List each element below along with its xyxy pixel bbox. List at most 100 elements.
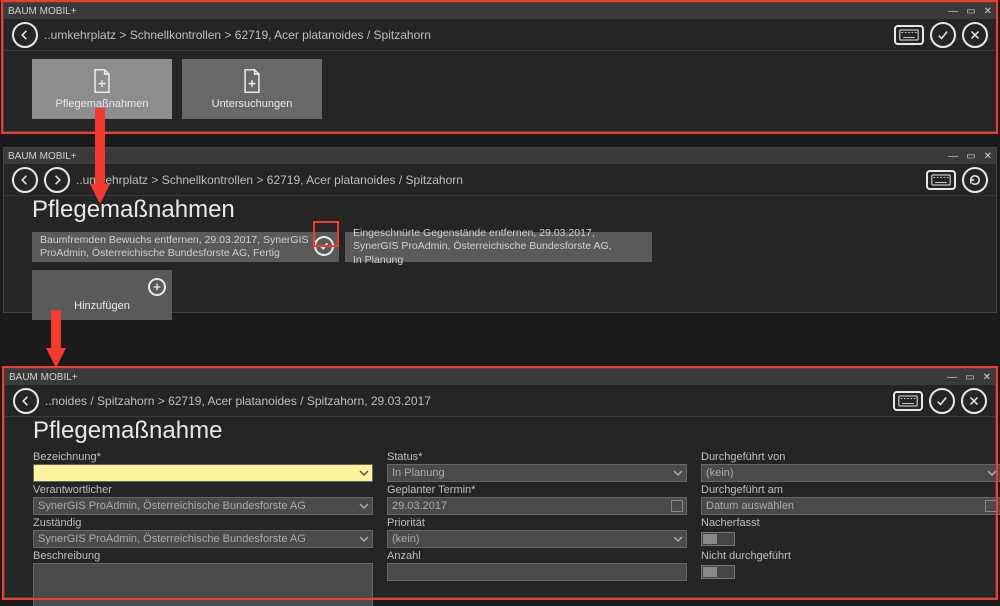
keyboard-icon[interactable] bbox=[893, 391, 923, 411]
back-button[interactable] bbox=[13, 388, 39, 414]
breadcrumb: ..umkehrplatz > Schnellkontrollen > 6271… bbox=[76, 173, 463, 187]
close-window-button[interactable]: ✕ bbox=[984, 6, 992, 17]
card-text: Baumfremden Bewuchs entfernen, 29.03.201… bbox=[40, 234, 309, 260]
status-done-icon bbox=[314, 236, 334, 256]
select-value: SynerGIS ProAdmin, Österreichische Bunde… bbox=[38, 533, 306, 545]
field-nacherfasst: Nacherfasst bbox=[701, 517, 1000, 548]
maximize-button[interactable]: ▭ bbox=[966, 6, 975, 17]
add-tile[interactable]: Hinzufügen bbox=[32, 270, 172, 320]
toolbar: ..umkehrplatz > Schnellkontrollen > 6271… bbox=[4, 164, 996, 196]
forward-button[interactable] bbox=[44, 167, 70, 193]
geplanter-termin-input[interactable]: 29.03.2017 bbox=[387, 497, 687, 515]
form-grid: Bezeichnung* Status* In Planung Durchgef… bbox=[5, 449, 995, 606]
field-durchgefuehrt-von: Durchgeführt von (kein) bbox=[701, 451, 1000, 482]
keyboard-icon[interactable] bbox=[894, 25, 924, 45]
toolbar: ..noides / Spitzahorn > 62719, Acer plat… bbox=[5, 385, 995, 417]
tile-pflegemassnahmen[interactable]: Pflegemaßnahmen bbox=[32, 59, 172, 119]
breadcrumb: ..noides / Spitzahorn > 62719, Acer plat… bbox=[45, 394, 431, 408]
titlebar: BAUM MOBIL+ — ▭ ✕ bbox=[4, 3, 996, 19]
select-value: (kein) bbox=[392, 533, 420, 545]
confirm-button[interactable] bbox=[930, 22, 956, 48]
field-durchgefuehrt-am: Durchgeführt am Datum auswählen bbox=[701, 484, 1000, 515]
field-label: Zuständig bbox=[33, 517, 373, 529]
field-label: Durchgeführt am bbox=[701, 484, 1000, 496]
cards-row: Baumfremden Bewuchs entfernen, 29.03.201… bbox=[4, 228, 996, 266]
confirm-button[interactable] bbox=[929, 388, 955, 414]
keyboard-icon[interactable] bbox=[926, 170, 956, 190]
nacherfasst-toggle[interactable] bbox=[701, 532, 735, 546]
chevron-down-icon bbox=[987, 468, 997, 478]
field-label: Beschreibung bbox=[33, 550, 373, 562]
add-label: Hinzufügen bbox=[74, 300, 130, 312]
document-plus-icon bbox=[241, 68, 263, 94]
field-label: Status* bbox=[387, 451, 687, 463]
close-window-button[interactable]: ✕ bbox=[983, 372, 991, 383]
refresh-button[interactable] bbox=[962, 167, 988, 193]
window-controls: — ▭ ✕ bbox=[948, 6, 992, 17]
close-button[interactable] bbox=[962, 22, 988, 48]
field-nicht-durchgefuehrt: Nicht durchgeführt bbox=[701, 550, 1000, 606]
titlebar: BAUM MOBIL+ — ▭ ✕ bbox=[5, 369, 995, 385]
window-controls: — ▭ ✕ bbox=[947, 372, 991, 383]
bezeichnung-input[interactable] bbox=[33, 464, 373, 482]
app-title: BAUM MOBIL+ bbox=[8, 151, 77, 162]
chevron-down-icon bbox=[673, 534, 683, 544]
page-title: Pflegemaßnahmen bbox=[4, 196, 996, 228]
plus-icon bbox=[148, 278, 166, 296]
card-entry-1[interactable]: Baumfremden Bewuchs entfernen, 29.03.201… bbox=[32, 232, 339, 262]
field-anzahl: Anzahl bbox=[387, 550, 687, 606]
tile-untersuchungen[interactable]: Untersuchungen bbox=[182, 59, 322, 119]
window-pflegemassnahme-form: BAUM MOBIL+ — ▭ ✕ ..noides / Spitzahorn … bbox=[4, 368, 996, 598]
minimize-button[interactable]: — bbox=[947, 372, 957, 383]
durchgefuehrt-von-select[interactable]: (kein) bbox=[701, 464, 1000, 482]
calendar-icon bbox=[671, 500, 683, 512]
zustaendig-select[interactable]: SynerGIS ProAdmin, Österreichische Bunde… bbox=[33, 530, 373, 548]
durchgefuehrt-am-input[interactable]: Datum auswählen bbox=[701, 497, 1000, 515]
chevron-down-icon bbox=[673, 468, 683, 478]
field-label: Anzahl bbox=[387, 550, 687, 562]
field-beschreibung: Beschreibung bbox=[33, 550, 373, 606]
verantwortlicher-select[interactable]: SynerGIS ProAdmin, Österreichische Bunde… bbox=[33, 497, 373, 515]
tile-label: Untersuchungen bbox=[212, 98, 293, 110]
back-button[interactable] bbox=[12, 22, 38, 48]
document-plus-icon bbox=[91, 68, 113, 94]
input-value: 29.03.2017 bbox=[392, 500, 447, 512]
select-value: In Planung bbox=[392, 467, 445, 479]
app-title: BAUM MOBIL+ bbox=[9, 372, 78, 383]
chevron-down-icon bbox=[359, 534, 369, 544]
calendar-icon bbox=[985, 500, 997, 512]
field-status: Status* In Planung bbox=[387, 451, 687, 482]
app-title: BAUM MOBIL+ bbox=[8, 6, 77, 17]
window-schnellkontrolle: BAUM MOBIL+ — ▭ ✕ ..umkehrplatz > Schnel… bbox=[3, 2, 997, 132]
select-value: SynerGIS ProAdmin, Österreichische Bunde… bbox=[38, 500, 306, 512]
field-label: Verantwortlicher bbox=[33, 484, 373, 496]
close-button[interactable] bbox=[961, 388, 987, 414]
card-entry-2[interactable]: Eingeschnürte Gegenstände entfernen, 29.… bbox=[345, 232, 652, 262]
input-placeholder: Datum auswählen bbox=[706, 500, 794, 512]
field-label: Nacherfasst bbox=[701, 517, 1000, 529]
toolbar: ..umkehrplatz > Schnellkontrollen > 6271… bbox=[4, 19, 996, 51]
maximize-button[interactable]: ▭ bbox=[966, 151, 975, 162]
minimize-button[interactable]: — bbox=[948, 6, 958, 17]
tile-label: Pflegemaßnahmen bbox=[56, 98, 149, 110]
anzahl-input[interactable] bbox=[387, 563, 687, 581]
close-window-button[interactable]: ✕ bbox=[984, 151, 992, 162]
status-select[interactable]: In Planung bbox=[387, 464, 687, 482]
field-geplanter-termin: Geplanter Termin* 29.03.2017 bbox=[387, 484, 687, 515]
maximize-button[interactable]: ▭ bbox=[965, 372, 974, 383]
field-label: Bezeichnung* bbox=[33, 451, 373, 463]
minimize-button[interactable]: — bbox=[948, 151, 958, 162]
select-value: (kein) bbox=[706, 467, 734, 479]
titlebar: BAUM MOBIL+ — ▭ ✕ bbox=[4, 148, 996, 164]
beschreibung-textarea[interactable] bbox=[33, 563, 373, 606]
nicht-durchgefuehrt-toggle[interactable] bbox=[701, 565, 735, 579]
card-text: Eingeschnürte Gegenstände entfernen, 29.… bbox=[353, 227, 622, 266]
window-pflegemassnahmen-list: BAUM MOBIL+ — ▭ ✕ ..umkehrplatz > Schnel… bbox=[3, 147, 997, 313]
page-title: Pflegemaßnahme bbox=[5, 417, 995, 449]
field-label: Priorität bbox=[387, 517, 687, 529]
field-label: Geplanter Termin* bbox=[387, 484, 687, 496]
back-button[interactable] bbox=[12, 167, 38, 193]
field-label: Durchgeführt von bbox=[701, 451, 1000, 463]
prioritaet-select[interactable]: (kein) bbox=[387, 530, 687, 548]
field-label: Nicht durchgeführt bbox=[701, 550, 1000, 562]
